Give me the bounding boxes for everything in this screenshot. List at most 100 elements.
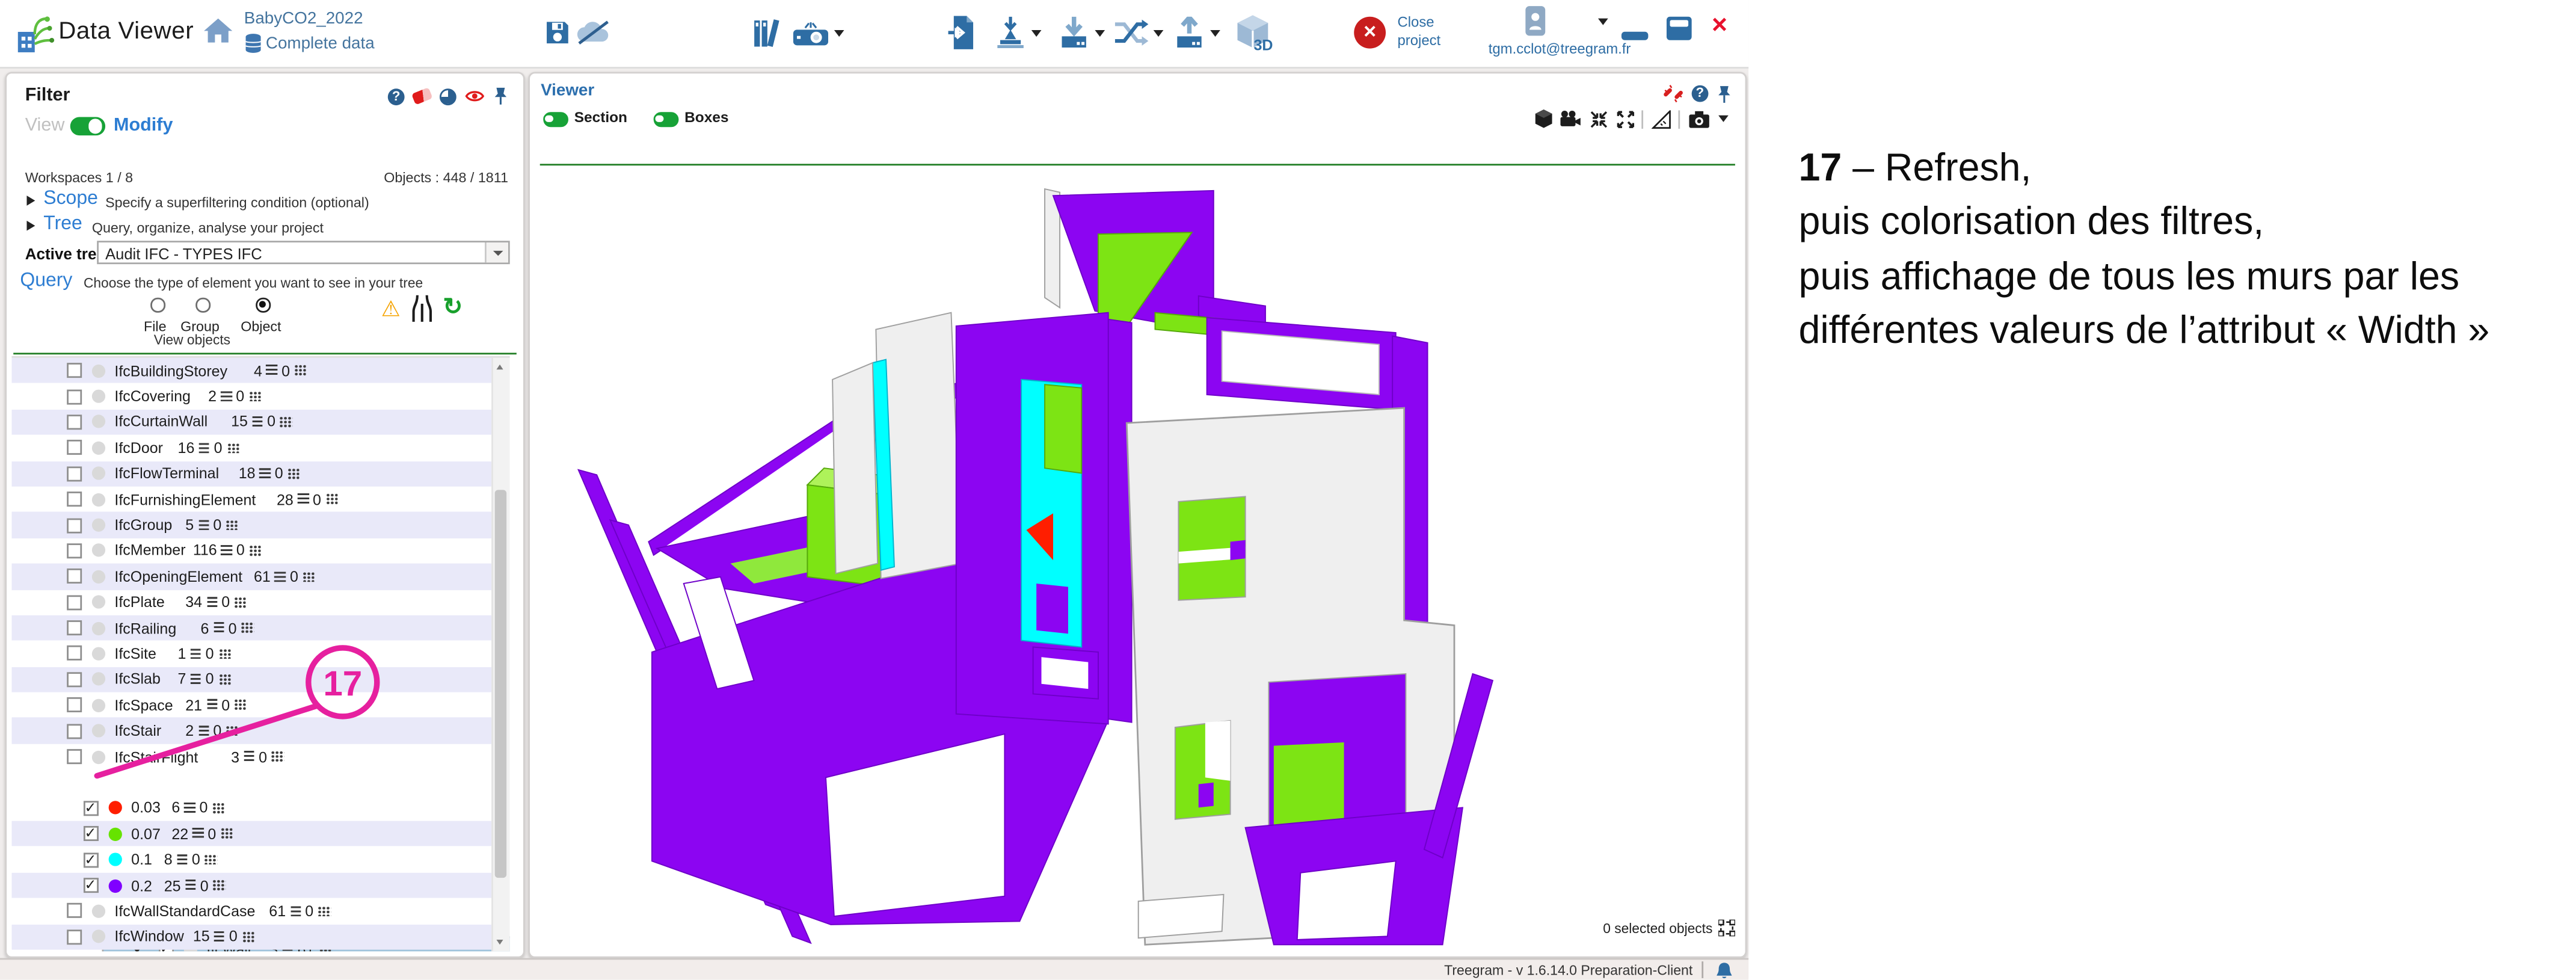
model-shape-tower-inset-purple[interactable] bbox=[1036, 584, 1068, 633]
tree-row-IfcCurtainWall[interactable]: IfcCurtainWall150 bbox=[11, 409, 492, 435]
list-lines-icon[interactable] bbox=[191, 674, 201, 685]
model-shape-gray-panel-small[interactable] bbox=[832, 363, 877, 573]
row-checkbox[interactable] bbox=[66, 646, 81, 661]
list-lines-icon[interactable] bbox=[252, 417, 263, 428]
close-window-button[interactable]: × bbox=[1712, 11, 1727, 42]
grid-dots-icon[interactable] bbox=[241, 623, 254, 633]
eraser-icon[interactable] bbox=[411, 87, 433, 105]
video-camera-icon[interactable] bbox=[1560, 110, 1582, 127]
row-checkbox[interactable]: ✓ bbox=[83, 827, 98, 842]
tree-row-IfcOpeningElement[interactable]: IfcOpeningElement610 bbox=[11, 564, 492, 590]
row-checkbox[interactable] bbox=[66, 414, 81, 430]
model-shape-facade-win1-purple[interactable] bbox=[1229, 540, 1244, 560]
snapshot-camera-icon[interactable] bbox=[1688, 109, 1710, 128]
list-lines-icon[interactable] bbox=[199, 442, 210, 453]
grid-dots-icon[interactable] bbox=[226, 726, 238, 736]
list-lines-icon[interactable] bbox=[244, 751, 254, 762]
list-lines-icon[interactable] bbox=[185, 803, 195, 813]
help-icon[interactable]: ? bbox=[388, 88, 405, 105]
list-lines-icon[interactable] bbox=[185, 880, 196, 890]
list-lines-icon[interactable] bbox=[290, 905, 301, 916]
close-project-label[interactable]: Close project bbox=[1397, 13, 1440, 50]
viewer-pin-icon[interactable] bbox=[1716, 84, 1731, 103]
model-shape-facade-win2-white[interactable] bbox=[1204, 721, 1229, 781]
list-lines-icon[interactable] bbox=[214, 931, 225, 942]
scroll-down-icon[interactable] bbox=[497, 939, 503, 944]
row-checkbox[interactable] bbox=[66, 466, 81, 481]
tree-expander[interactable] bbox=[26, 221, 35, 231]
list-lines-icon[interactable] bbox=[214, 623, 224, 633]
projector-dropdown-caret[interactable] bbox=[834, 30, 844, 37]
row-checkbox[interactable] bbox=[66, 543, 81, 558]
home-icon[interactable] bbox=[204, 19, 232, 44]
close-project-icon[interactable]: × bbox=[1354, 17, 1386, 49]
grid-dots-icon[interactable] bbox=[287, 468, 300, 479]
measure-icon[interactable] bbox=[1651, 109, 1671, 128]
list-lines-icon[interactable] bbox=[206, 597, 217, 608]
tree-row-IfcStair[interactable]: IfcStair20 bbox=[11, 718, 492, 744]
row-checkbox[interactable] bbox=[66, 569, 81, 584]
scope-expander[interactable] bbox=[26, 196, 35, 206]
broken-link-icon[interactable] bbox=[1664, 84, 1683, 103]
radio-file[interactable] bbox=[150, 298, 165, 312]
snapshot-caret[interactable] bbox=[1718, 116, 1728, 122]
list-lines-icon[interactable] bbox=[198, 520, 209, 531]
row-checkbox[interactable] bbox=[66, 723, 81, 738]
scroll-thumb[interactable] bbox=[495, 490, 506, 878]
save-icon[interactable] bbox=[545, 20, 570, 45]
user-dropdown-caret[interactable] bbox=[1598, 19, 1608, 25]
grid-dots-icon[interactable] bbox=[204, 854, 217, 865]
grid-dots-icon[interactable] bbox=[249, 545, 262, 556]
maximize-button[interactable] bbox=[1667, 17, 1692, 40]
tree-row-IfcMember[interactable]: IfcMember1160 bbox=[11, 538, 492, 564]
tree-row-IfcPlate[interactable]: IfcPlate340 bbox=[11, 590, 492, 615]
pie-chart-icon[interactable] bbox=[440, 88, 456, 105]
radio-object[interactable] bbox=[256, 298, 270, 312]
tree-row-IfcDoor[interactable]: IfcDoor160 bbox=[11, 435, 492, 461]
view-modify-toggle[interactable] bbox=[70, 117, 105, 136]
cube-view-icon[interactable] bbox=[1534, 109, 1553, 129]
scope-label[interactable]: Scope bbox=[43, 189, 98, 209]
zoom-extents-icon[interactable] bbox=[1615, 109, 1634, 128]
grid-dots-icon[interactable] bbox=[280, 417, 292, 428]
pin-icon[interactable] bbox=[493, 87, 508, 106]
tree-row-IfcSpace[interactable]: IfcSpace210 bbox=[11, 692, 492, 718]
list-lines-icon[interactable] bbox=[266, 365, 277, 376]
row-checkbox[interactable] bbox=[66, 492, 81, 507]
tree-row-IfcWindow[interactable]: IfcWindow150 bbox=[11, 924, 492, 950]
tree-row-IfcCovering[interactable]: IfcCovering20 bbox=[11, 384, 492, 410]
tree-row-IfcSlab[interactable]: IfcSlab70 bbox=[11, 667, 492, 692]
row-checkbox[interactable]: ✓ bbox=[83, 878, 98, 893]
eye-icon[interactable] bbox=[465, 88, 485, 103]
tree-row-IfcWallStandardCase[interactable]: IfcWallStandardCase610 bbox=[11, 898, 492, 924]
grid-dots-icon[interactable] bbox=[242, 931, 254, 942]
list-lines-icon[interactable] bbox=[177, 854, 188, 865]
import-file-icon[interactable] bbox=[948, 15, 974, 50]
tree-row-0.03[interactable]: ✓0.0360 bbox=[11, 795, 492, 821]
grid-dots-icon[interactable] bbox=[294, 365, 307, 376]
section-toggle[interactable] bbox=[543, 112, 568, 126]
grid-dots-icon[interactable] bbox=[226, 520, 238, 531]
library-icon[interactable] bbox=[752, 17, 781, 49]
tree-row-0.2[interactable]: ✓0.2250 bbox=[11, 872, 492, 898]
user-email[interactable]: tgm.cclot@treegram.fr bbox=[1441, 40, 1679, 57]
zoom-fit-icon[interactable] bbox=[1590, 109, 1608, 128]
tree-row-IfcBuildingStorey[interactable]: IfcBuildingStorey40 bbox=[11, 358, 492, 384]
list-lines-icon[interactable] bbox=[192, 828, 203, 839]
list-lines-icon[interactable] bbox=[198, 726, 209, 736]
active-tree-select[interactable]: Audit IFC - TYPES IFC bbox=[97, 241, 509, 264]
row-checkbox[interactable] bbox=[66, 440, 81, 455]
grid-dots-icon[interactable] bbox=[325, 494, 338, 505]
tree-label[interactable]: Tree bbox=[43, 214, 82, 234]
grid-dots-icon[interactable] bbox=[221, 828, 233, 839]
row-checkbox[interactable] bbox=[66, 698, 81, 713]
tree-structure-icon[interactable] bbox=[410, 294, 435, 322]
3d-model-viewport[interactable] bbox=[529, 146, 1745, 957]
import-certified-caret[interactable] bbox=[1031, 30, 1042, 37]
upload-caret[interactable] bbox=[1210, 30, 1220, 37]
project-name[interactable]: BabyCO2_2022 bbox=[244, 10, 363, 29]
grid-dots-icon[interactable] bbox=[212, 803, 225, 813]
tree-row-0.07[interactable]: ✓0.07220 bbox=[11, 821, 492, 847]
grid-dots-icon[interactable] bbox=[234, 597, 247, 608]
tree-row-IfcSite[interactable]: IfcSite10 bbox=[11, 641, 492, 667]
